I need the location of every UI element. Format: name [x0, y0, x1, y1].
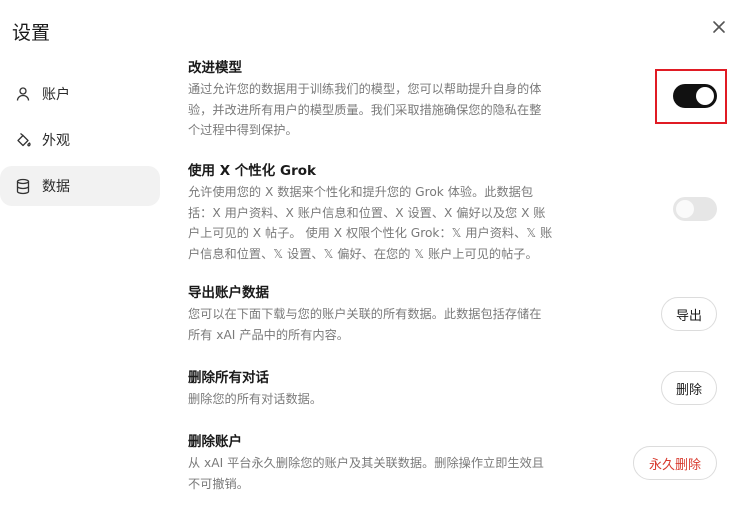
- paint-bucket-icon: [14, 131, 32, 149]
- desc-line: 户信息和位置、𝕏 设置、𝕏 偏好、在您的 𝕏 账户上可见的帖子。: [188, 246, 538, 261]
- delete-chats-desc: 删除您的所有对话数据。: [188, 389, 568, 410]
- improve-model-desc: 通过允许您的数据用于训练我们的模型，您可以帮助提升自身的体 验，并改进所有用户的…: [188, 79, 568, 141]
- desc-line: 通过允许您的数据用于训练我们的模型，您可以帮助提升自身的体: [188, 82, 542, 96]
- sidebar: 账户 外观 数据: [0, 74, 160, 212]
- desc-line: 您可以在下面下载与您的账户关联的所有数据。此数据包括存储在: [188, 307, 542, 321]
- delete-account-button[interactable]: 永久删除: [633, 446, 717, 480]
- sidebar-item-data[interactable]: 数据: [0, 166, 160, 206]
- personalize-desc: 允许使用您的 X 数据来个性化和提升您的 Grok 体验。此数据包 括：X 用户…: [188, 182, 568, 264]
- close-icon: [713, 21, 725, 33]
- delete-account-desc: 从 xAI 平台永久删除您的账户及其关联数据。删除操作立即生效且 不可撤销。: [188, 453, 568, 494]
- database-icon: [14, 177, 32, 195]
- improve-model-section: 改进模型 通过允许您的数据用于训练我们的模型，您可以帮助提升自身的体 验，并改进…: [188, 58, 568, 141]
- export-button[interactable]: 导出: [661, 297, 717, 331]
- delete-chats-button[interactable]: 删除: [661, 371, 717, 405]
- page-title: 设置: [12, 22, 51, 44]
- desc-line: 所有 xAI 产品中的所有内容。: [188, 327, 349, 342]
- export-title: 导出账户数据: [188, 285, 269, 301]
- export-section: 导出账户数据 您可以在下面下载与您的账户关联的所有数据。此数据包括存储在 所有 …: [188, 283, 568, 345]
- delete-chats-section: 删除所有对话 删除您的所有对话数据。: [188, 368, 568, 410]
- desc-line: 允许使用您的 X 数据来个性化和提升您的 Grok 体验。此数据包: [188, 185, 534, 199]
- desc-line: 户上可见的 X 帖子。 使用 X 权限个性化 Grok：𝕏 用户资料、𝕏 账: [188, 226, 553, 240]
- close-button[interactable]: [708, 16, 730, 38]
- delete-chats-title: 删除所有对话: [188, 370, 269, 386]
- desc-line: 验，并改进所有用户的模型质量。我们采取措施确保您的隐私在整: [188, 102, 542, 117]
- desc-line: 删除您的所有对话数据。: [188, 392, 323, 406]
- delete-account-section: 删除账户 从 xAI 平台永久删除您的账户及其关联数据。删除操作立即生效且 不可…: [188, 432, 568, 494]
- sidebar-item-label: 数据: [42, 179, 70, 195]
- desc-line: 不可撤销。: [188, 476, 249, 491]
- highlight-box: [655, 69, 727, 124]
- personalize-section: 使用 X 个性化 Grok 允许使用您的 X 数据来个性化和提升您的 Grok …: [188, 161, 568, 264]
- improve-model-title: 改进模型: [188, 60, 242, 76]
- user-icon: [14, 85, 32, 103]
- personalize-title: 使用 X 个性化 Grok: [188, 163, 316, 179]
- desc-line: 括：X 用户资料、X 账户信息和位置、X 设置、X 偏好以及您 X 账: [188, 205, 546, 220]
- sidebar-item-label: 外观: [42, 133, 70, 149]
- delete-account-title: 删除账户: [188, 434, 242, 450]
- desc-line: 从 xAI 平台永久删除您的账户及其关联数据。删除操作立即生效且: [188, 456, 544, 470]
- toggle-knob: [676, 200, 694, 218]
- sidebar-item-account[interactable]: 账户: [0, 74, 160, 114]
- sidebar-item-label: 账户: [42, 87, 70, 103]
- export-desc: 您可以在下面下载与您的账户关联的所有数据。此数据包括存储在 所有 xAI 产品中…: [188, 304, 568, 345]
- sidebar-item-appearance[interactable]: 外观: [0, 120, 160, 160]
- desc-line: 个过程中得到保护。: [188, 123, 298, 137]
- personalize-toggle[interactable]: [673, 197, 717, 221]
